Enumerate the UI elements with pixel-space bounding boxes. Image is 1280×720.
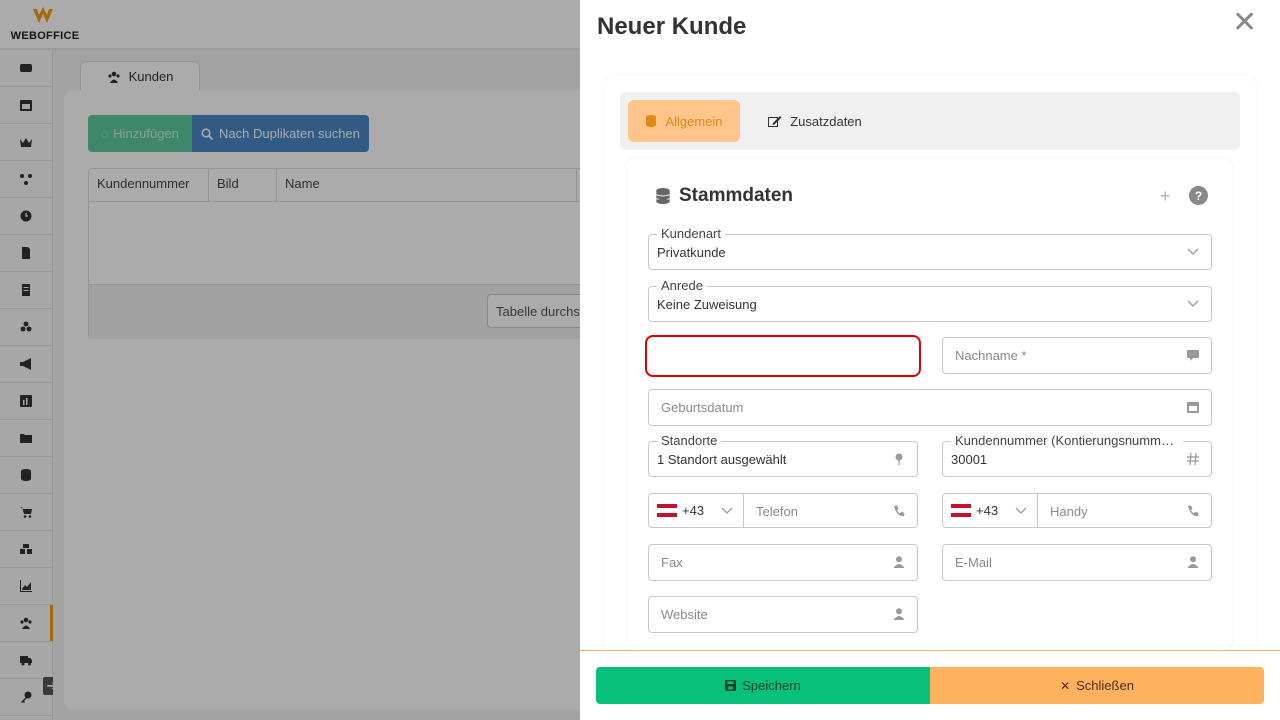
add-icon[interactable]: + (1160, 186, 1171, 207)
close-icon[interactable]: ✕ (1232, 8, 1257, 38)
section-title-text: Stammdaten (679, 185, 794, 206)
anrede-value: Keine Zuweisung (657, 297, 757, 312)
austria-flag-icon (657, 504, 677, 517)
footer-divider (580, 650, 1280, 651)
phone-icon (1187, 505, 1199, 517)
location-pin-icon (893, 453, 905, 465)
close-label: Schließen (1076, 678, 1134, 693)
standorte-value: 1 Standort ausgewählt (657, 452, 787, 467)
country-code-value: +43 (682, 503, 705, 518)
help-icon[interactable]: ? (1189, 186, 1208, 205)
geburtsdatum-placeholder: Geburtsdatum (661, 400, 744, 415)
chevron-down-icon (1015, 504, 1027, 518)
website-placeholder: Website (661, 607, 708, 622)
edit-icon (768, 116, 782, 127)
handy-placeholder: Handy (1050, 504, 1088, 519)
email-placeholder: E-Mail (955, 555, 992, 570)
standorte-label: Standorte (657, 433, 722, 448)
user-icon (1187, 556, 1199, 568)
save-icon (725, 680, 737, 691)
country-code-select[interactable]: +43 (943, 494, 1038, 527)
chevron-down-icon (1187, 296, 1199, 311)
hash-icon (1187, 452, 1199, 466)
user-icon (893, 556, 905, 568)
nachname-field[interactable]: Nachname * (942, 337, 1212, 374)
standorte-select[interactable]: Standorte 1 Standort ausgewählt (648, 433, 918, 477)
new-customer-drawer: Neuer Kunde ✕ Allgemein Zusatzdaten Stam… (580, 0, 1280, 720)
vorname-field[interactable] (645, 335, 921, 377)
anrede-label: Anrede (657, 278, 707, 293)
email-field[interactable]: E-Mail (942, 544, 1212, 581)
chevron-down-icon (721, 504, 733, 518)
database-icon (656, 188, 670, 204)
telefon-placeholder: Telefon (756, 504, 798, 519)
kundenart-select[interactable]: Kundenart Privatkunde (648, 226, 1212, 270)
tab-allgemein[interactable]: Allgemein (628, 100, 740, 142)
kundennummer-value: 30001 (951, 452, 988, 467)
kundennummer-label: Kundennummer (Kontierungsnummer... (951, 433, 1183, 448)
tab-allgemein-label: Allgemein (665, 113, 723, 129)
nachname-placeholder: Nachname * (955, 348, 1027, 363)
kundenart-value: Privatkunde (657, 245, 726, 260)
telefon-field[interactable]: +43 Telefon (648, 493, 918, 528)
save-label: Speichern (742, 678, 801, 693)
modal-backdrop[interactable] (0, 0, 580, 720)
tab-zusatzdaten[interactable]: Zusatzdaten (760, 100, 870, 142)
calendar-icon (1187, 401, 1199, 413)
austria-flag-icon (951, 504, 971, 517)
anrede-select[interactable]: Anrede Keine Zuweisung (648, 278, 1212, 322)
fax-placeholder: Fax (661, 555, 683, 570)
kundenart-label: Kundenart (657, 226, 725, 241)
user-icon (893, 608, 905, 620)
country-code-select[interactable]: +43 (649, 494, 744, 527)
save-button[interactable]: Speichern (596, 667, 930, 704)
close-button[interactable]: ✕ Schließen (930, 667, 1264, 704)
geburtsdatum-field[interactable]: Geburtsdatum (648, 389, 1212, 426)
chevron-down-icon (1187, 244, 1199, 259)
fax-field[interactable]: Fax (648, 544, 918, 581)
comment-icon (1187, 349, 1199, 361)
section-title: Stammdaten (655, 185, 793, 207)
handy-field[interactable]: +43 Handy (942, 493, 1212, 528)
drawer-title: Neuer Kunde (597, 13, 747, 40)
country-code-value: +43 (976, 503, 999, 518)
tab-zusatzdaten-label: Zusatzdaten (790, 113, 862, 129)
website-field[interactable]: Website (648, 596, 918, 633)
close-icon: ✕ (1060, 678, 1071, 693)
kundennummer-field[interactable]: Kundennummer (Kontierungsnummer... 30001 (942, 433, 1212, 477)
phone-icon (893, 505, 905, 517)
database-icon (646, 115, 657, 127)
